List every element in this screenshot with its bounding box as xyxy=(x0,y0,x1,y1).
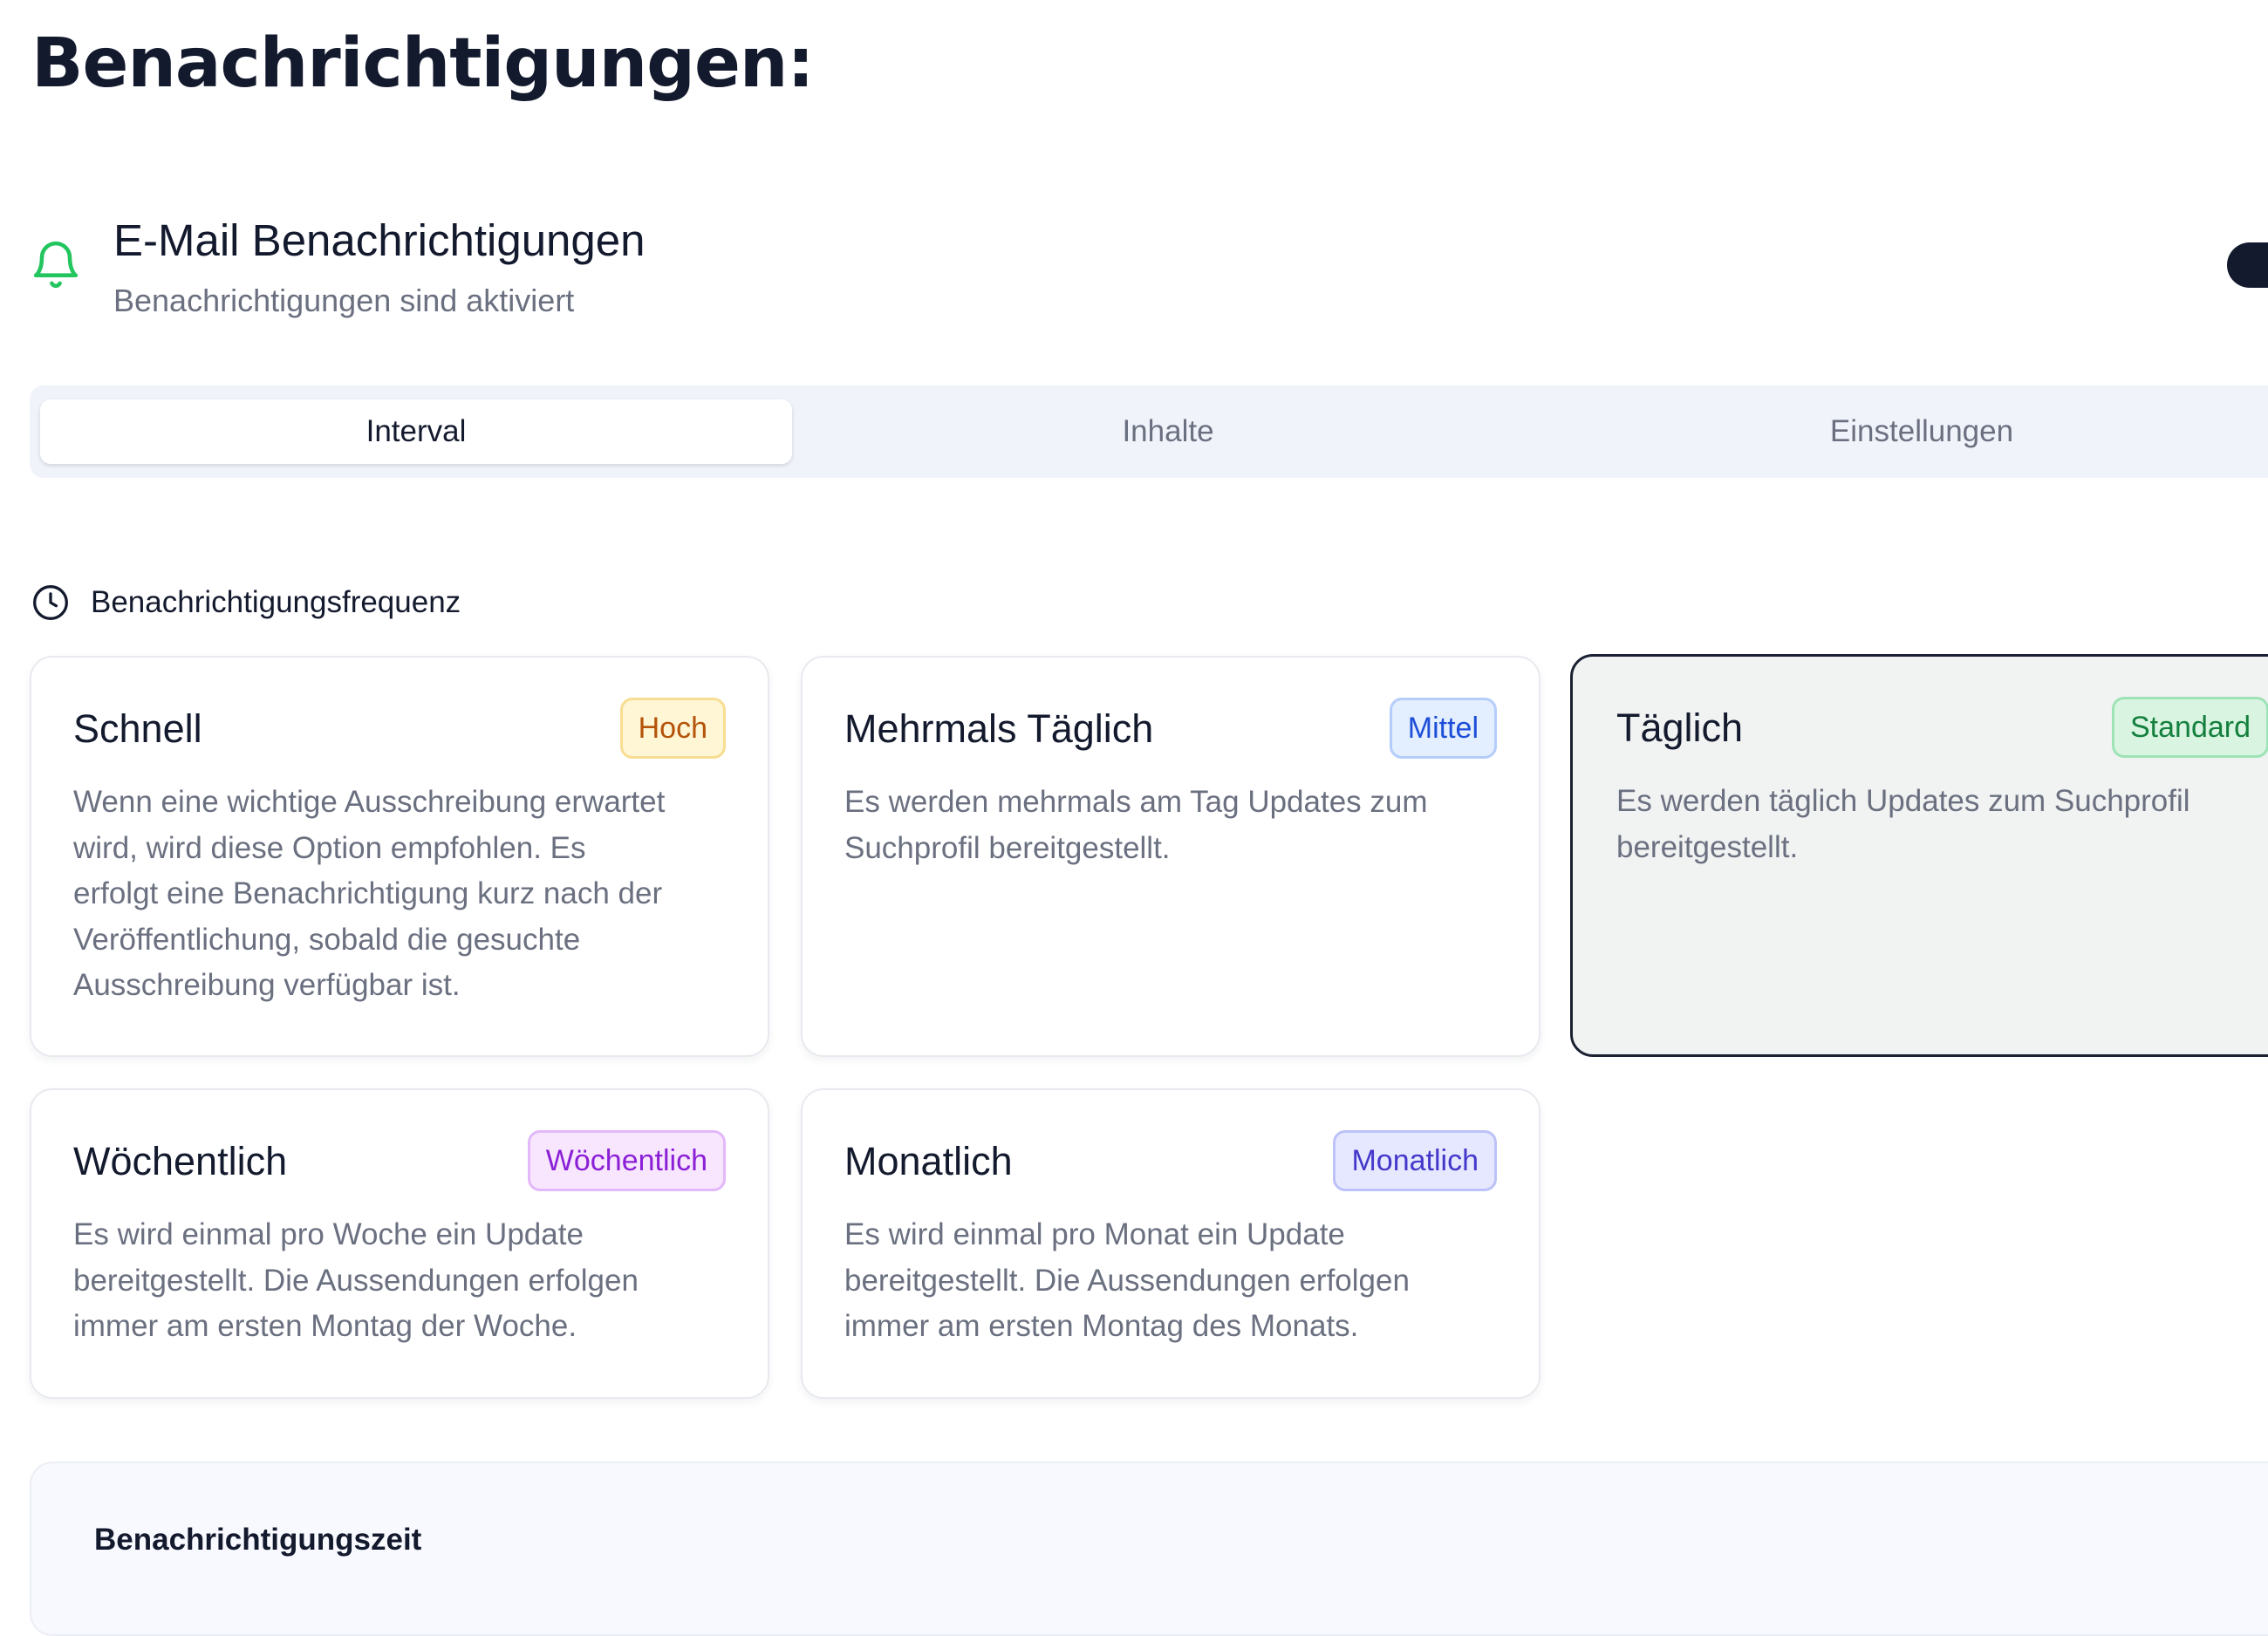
tab-einstellungen[interactable]: Einstellungen xyxy=(1546,399,2268,464)
option-title: Mehrmals Täglich xyxy=(844,706,1154,751)
option-title: Täglich xyxy=(1616,706,1744,750)
email-notifications-status: Benachrichtigungen sind aktiviert xyxy=(113,283,575,318)
notification-time-label: Benachrichtigungszeit xyxy=(94,1523,422,1557)
clock-icon xyxy=(33,585,68,620)
priority-badge: Mittel xyxy=(1389,698,1497,759)
bell-icon xyxy=(33,241,79,289)
page-title: Benachrichtigungen: xyxy=(31,24,815,103)
option-title: Schnell xyxy=(73,706,202,751)
frequency-option-schnell[interactable]: Schnell Hoch Wenn eine wichtige Ausschre… xyxy=(30,656,769,1057)
frequency-option-mehrmals-taeglich[interactable]: Mehrmals Täglich Mittel Es werden mehrma… xyxy=(801,656,1540,1057)
option-title: Wöchentlich xyxy=(73,1139,288,1183)
email-notifications-title: E-Mail Benachrichtigungen xyxy=(113,215,646,265)
tab-bar: Interval Inhalte Einstellungen xyxy=(30,385,2268,478)
notification-time-panel: Benachrichtigungszeit xyxy=(30,1462,2268,1636)
option-description: Es werden mehrmals am Tag Updates zum Su… xyxy=(844,785,1428,865)
priority-badge: Hoch xyxy=(619,698,726,759)
option-title: Monatlich xyxy=(844,1139,1013,1183)
email-notifications-toggle[interactable] xyxy=(2227,242,2268,288)
tab-interval[interactable]: Interval xyxy=(40,399,792,464)
frequency-heading: Benachrichtigungsfrequenz xyxy=(31,581,461,624)
priority-badge: Standard xyxy=(2112,697,2268,758)
frequency-option-woechentlich[interactable]: Wöchentlich Wöchentlich Es wird einmal p… xyxy=(30,1088,769,1399)
frequency-option-monatlich[interactable]: Monatlich Monatlich Es wird einmal pro M… xyxy=(801,1088,1540,1399)
tab-inhalte[interactable]: Inhalte xyxy=(792,399,1544,464)
option-description: Es wird einmal pro Monat ein Update bere… xyxy=(844,1217,1410,1343)
priority-badge: Monatlich xyxy=(1333,1130,1497,1191)
option-description: Es werden täglich Updates zum Suchprofil… xyxy=(1616,784,2190,864)
priority-badge: Wöchentlich xyxy=(527,1130,726,1191)
email-notifications-header: E-Mail Benachrichtigungen Benachrichtigu… xyxy=(31,215,2247,328)
option-description: Es wird einmal pro Woche ein Update bere… xyxy=(73,1217,639,1343)
frequency-heading-label: Benachrichtigungsfrequenz xyxy=(91,585,461,619)
frequency-option-taeglich[interactable]: Täglich Standard Es werden täglich Updat… xyxy=(1570,654,2268,1057)
option-description: Wenn eine wichtige Ausschreibung erwarte… xyxy=(73,785,666,1002)
